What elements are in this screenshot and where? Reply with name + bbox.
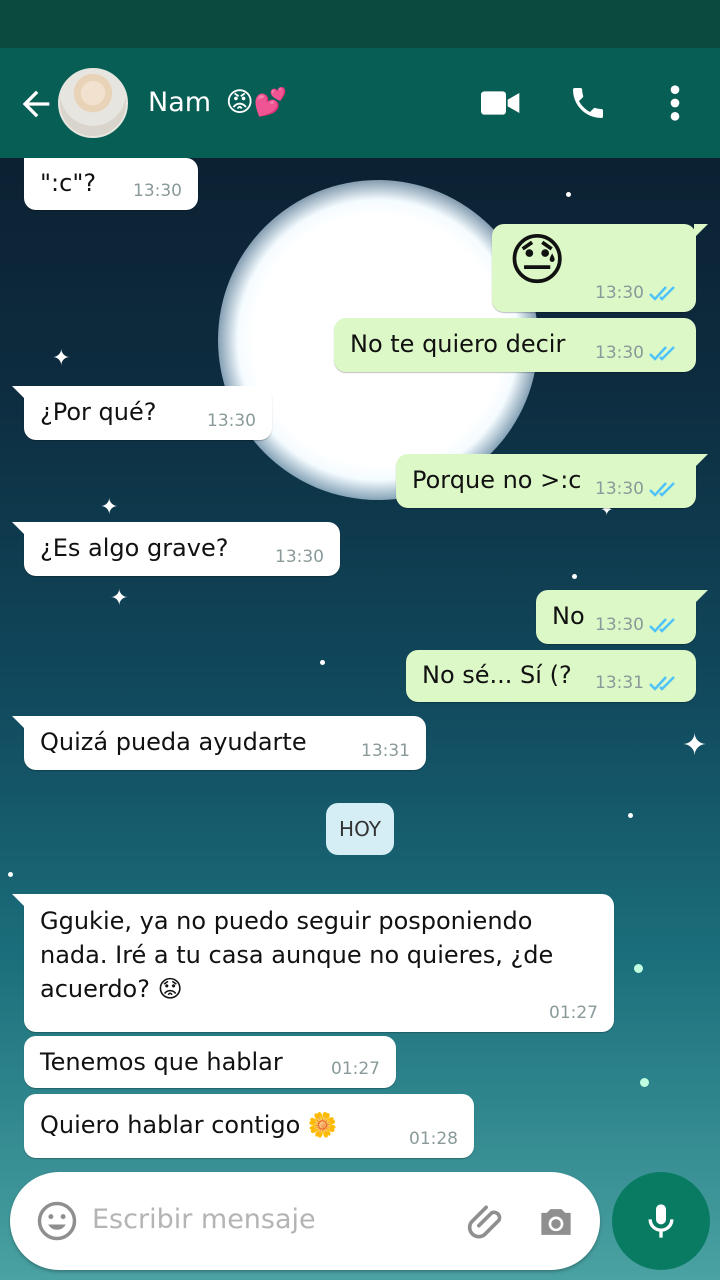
- message-text: Tenemos que hablar: [40, 1048, 283, 1076]
- message-outgoing[interactable]: 😓 13:30: [492, 224, 708, 312]
- message-emoji: 😓: [508, 228, 567, 293]
- message-time: 13:30: [275, 547, 324, 567]
- more-options-button[interactable]: [650, 78, 700, 128]
- status-bar: [0, 0, 720, 48]
- message-text: Quiero hablar contigo 🌼: [40, 1111, 338, 1139]
- star-icon: ✦: [100, 495, 119, 520]
- star-dot: [628, 813, 633, 818]
- message-time: 13:30: [595, 479, 644, 499]
- message-text: ":c"?: [40, 169, 97, 197]
- firefly-dot: [640, 1078, 649, 1087]
- star-dot: [8, 872, 13, 877]
- message-text: Quizá pueda ayudarte: [40, 728, 307, 756]
- message-outgoing[interactable]: No 13:30: [536, 590, 708, 644]
- voice-message-button[interactable]: [612, 1172, 710, 1270]
- star-dot: [320, 660, 325, 665]
- microphone-icon: [648, 1204, 674, 1238]
- chat-header: Nam 😡💕: [0, 48, 720, 158]
- message-time: 01:27: [549, 1003, 598, 1023]
- message-incoming[interactable]: Quiero hablar contigo 🌼 01:28: [24, 1094, 474, 1158]
- message-outgoing[interactable]: No te quiero decir 13:30: [334, 318, 696, 372]
- more-vert-icon: [670, 85, 680, 121]
- message-time: 01:27: [331, 1059, 380, 1079]
- contact-name-text: Nam: [148, 87, 212, 118]
- message-incoming[interactable]: Ggukie, ya no puedo seguir posponiendo n…: [12, 894, 614, 1032]
- message-text: ¿Por qué?: [40, 398, 157, 426]
- message-incoming[interactable]: Tenemos que hablar 01:27: [24, 1036, 396, 1088]
- message-outgoing[interactable]: Porque no >:c 13:30: [396, 454, 708, 508]
- star-icon: ✦: [52, 346, 71, 371]
- read-ticks-icon: [649, 286, 675, 301]
- read-ticks-icon: [649, 676, 675, 691]
- message-input[interactable]: Escribir mensaje: [92, 1204, 316, 1235]
- read-ticks-icon: [649, 482, 675, 497]
- contact-name[interactable]: Nam 😡💕: [148, 86, 287, 118]
- message-time: 01:28: [409, 1129, 458, 1149]
- message-text: No sé... Sí (?: [422, 661, 572, 689]
- contact-name-emojis: 😡💕: [225, 87, 288, 118]
- contact-avatar[interactable]: [58, 68, 128, 138]
- message-text: Ggukie, ya no puedo seguir posponiendo n…: [40, 907, 554, 1003]
- message-time: 13:31: [595, 673, 644, 693]
- message-text: No te quiero decir: [350, 330, 566, 358]
- day-separator: HOY: [326, 803, 394, 855]
- read-ticks-icon: [649, 618, 675, 633]
- message-incoming[interactable]: ¿Es algo grave? 13:30: [12, 522, 340, 576]
- star-dot: [572, 574, 577, 579]
- video-call-icon: [481, 91, 520, 115]
- read-ticks-icon: [649, 346, 675, 361]
- message-text: ¿Es algo grave?: [40, 534, 229, 562]
- voice-call-button[interactable]: [563, 78, 613, 128]
- back-arrow-icon[interactable]: [16, 84, 56, 124]
- firefly-dot: [634, 964, 643, 973]
- message-incoming[interactable]: ¿Por qué? 13:30: [12, 386, 272, 440]
- emoji-icon[interactable]: [36, 1200, 78, 1242]
- message-time: 13:30: [595, 343, 644, 363]
- message-incoming[interactable]: ":c"? 13:30: [24, 158, 198, 210]
- message-time: 13:30: [595, 615, 644, 635]
- attach-icon[interactable]: [466, 1200, 510, 1244]
- star-icon: ✦: [110, 586, 129, 611]
- star-icon: ✦: [682, 728, 708, 763]
- video-call-button[interactable]: [476, 78, 526, 128]
- message-composer[interactable]: Escribir mensaje: [10, 1172, 600, 1270]
- message-time: 13:30: [595, 283, 644, 303]
- message-text: Porque no >:c: [412, 466, 582, 494]
- star-dot: [566, 192, 571, 197]
- message-incoming[interactable]: Quizá pueda ayudarte 13:31: [12, 716, 426, 770]
- message-outgoing[interactable]: No sé... Sí (? 13:31: [406, 650, 696, 702]
- message-time: 13:30: [207, 411, 256, 431]
- phone-icon: [573, 88, 603, 118]
- message-time: 13:31: [361, 741, 410, 761]
- message-time: 13:30: [133, 181, 182, 201]
- message-text: No: [552, 602, 585, 630]
- camera-icon[interactable]: [534, 1200, 578, 1244]
